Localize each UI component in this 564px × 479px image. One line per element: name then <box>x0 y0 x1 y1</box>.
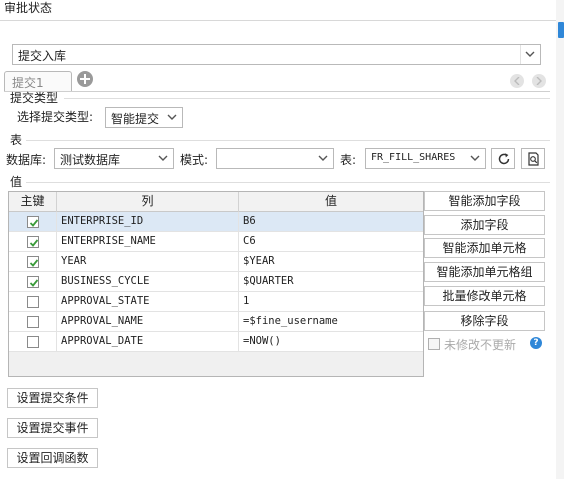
column-name-cell[interactable]: ENTERPRISE_ID <box>57 212 239 232</box>
column-name-cell[interactable]: APPROVAL_STATE <box>57 292 239 312</box>
preview-icon <box>528 152 539 166</box>
chevron-down-icon <box>167 114 177 120</box>
primary-key-checkbox[interactable] <box>27 216 39 228</box>
primary-key-checkbox[interactable] <box>27 276 39 288</box>
table-row[interactable]: BUSINESS_CYCLE $QUARTER <box>9 272 423 292</box>
database-value: 测试数据库 <box>60 153 121 167</box>
primary-key-checkbox[interactable] <box>27 236 39 248</box>
tab-next-icon[interactable] <box>532 74 546 88</box>
key-cell <box>9 312 57 332</box>
table-header: 主键 列 值 <box>9 192 423 212</box>
key-cell <box>9 252 57 272</box>
remove-field-button[interactable]: 移除字段 <box>424 311 545 331</box>
set-callback-button[interactable]: 设置回调函数 <box>7 448 98 468</box>
section-divider <box>64 98 550 99</box>
database-label: 数据库: <box>6 153 47 167</box>
set-submit-event-button[interactable]: 设置提交事件 <box>7 418 98 438</box>
window-title: 审批状态 <box>4 1 53 15</box>
batch-modify-cell-button[interactable]: 批量修改单元格 <box>424 286 545 306</box>
header-primary-key[interactable]: 主键 <box>9 192 57 212</box>
chevron-down-icon <box>525 51 535 57</box>
primary-key-checkbox[interactable] <box>27 256 39 268</box>
key-cell <box>9 232 57 252</box>
smart-add-field-button[interactable]: 智能添加字段 <box>424 191 545 211</box>
chevron-down-icon <box>470 155 480 161</box>
primary-key-checkbox[interactable] <box>27 316 39 328</box>
preview-button[interactable] <box>521 148 545 169</box>
smart-add-cell-button[interactable]: 智能添加单元格 <box>424 238 545 258</box>
primary-key-checkbox[interactable] <box>27 336 39 348</box>
submit-type-value: 智能提交 <box>111 112 160 126</box>
value-cell[interactable]: C6 <box>239 232 423 252</box>
column-name-cell[interactable]: BUSINESS_CYCLE <box>57 272 239 292</box>
column-name-cell[interactable]: YEAR <box>57 252 239 272</box>
smart-add-cell-group-button[interactable]: 智能添加单元格组 <box>424 262 545 282</box>
check-icon <box>29 219 39 227</box>
table-row[interactable]: APPROVAL_STATE 1 <box>9 292 423 312</box>
column-name-cell[interactable]: ENTERPRISE_NAME <box>57 232 239 252</box>
table-value: FR_FILL_SHARES <box>371 152 456 163</box>
add-field-button[interactable]: 添加字段 <box>424 215 545 235</box>
key-cell <box>9 332 57 352</box>
value-section-label: 值 <box>10 175 23 189</box>
submit-type-label: 选择提交类型: <box>17 110 94 124</box>
scrollbar-thumb[interactable] <box>558 22 564 38</box>
table-label: 表: <box>340 153 357 167</box>
no-update-unmodified-label: 未修改不更新 <box>444 338 517 352</box>
tab-divider <box>4 91 550 92</box>
submit-type-select[interactable]: 智能提交 <box>105 107 183 128</box>
database-select[interactable]: 测试数据库 <box>54 148 174 169</box>
value-cell[interactable]: B6 <box>239 212 423 232</box>
check-icon <box>29 239 39 247</box>
help-icon[interactable]: ? <box>530 337 542 349</box>
submit-mode-value: 提交入库 <box>18 49 67 63</box>
key-cell <box>9 292 57 312</box>
no-update-unmodified-checkbox[interactable] <box>428 338 440 350</box>
value-cell[interactable]: $YEAR <box>239 252 423 272</box>
section-divider <box>26 140 550 141</box>
chevron-down-icon <box>318 155 328 161</box>
key-cell <box>9 272 57 292</box>
schema-select[interactable] <box>216 148 334 169</box>
check-icon <box>29 279 39 287</box>
tab-prev-icon[interactable] <box>510 74 524 88</box>
value-cell[interactable]: $QUARTER <box>239 272 423 292</box>
table-row[interactable]: ENTERPRISE_NAME C6 <box>9 232 423 252</box>
column-name-cell[interactable]: APPROVAL_DATE <box>57 332 239 352</box>
title-divider <box>0 20 556 21</box>
table-row[interactable]: YEAR $YEAR <box>9 252 423 272</box>
table-row[interactable]: APPROVAL_NAME =$fine_username <box>9 312 423 332</box>
header-value[interactable]: 值 <box>239 192 423 212</box>
value-cell[interactable]: =NOW() <box>239 332 423 352</box>
key-cell <box>9 212 57 232</box>
schema-label: 模式: <box>180 153 209 167</box>
value-table: 主键 列 值 ENTERPRISE_ID B6 ENTERPRISE_NAME … <box>8 191 424 377</box>
table-section-label: 表 <box>10 133 23 147</box>
submit-type-section-label: 提交类型 <box>10 91 59 105</box>
column-name-cell[interactable]: APPROVAL_NAME <box>57 312 239 332</box>
value-cell[interactable]: =$fine_username <box>239 312 423 332</box>
header-column[interactable]: 列 <box>57 192 239 212</box>
chevron-down-icon <box>158 155 168 161</box>
submit-mode-select[interactable]: 提交入库 <box>12 44 541 65</box>
refresh-button[interactable] <box>491 148 515 169</box>
table-row[interactable]: APPROVAL_DATE =NOW() <box>9 332 423 352</box>
primary-key-checkbox[interactable] <box>27 296 39 308</box>
set-submit-condition-button[interactable]: 设置提交条件 <box>7 388 98 408</box>
vertical-scrollbar[interactable] <box>556 0 564 479</box>
add-tab-icon[interactable] <box>77 71 93 87</box>
table-select[interactable]: FR_FILL_SHARES <box>365 148 486 169</box>
value-cell[interactable]: 1 <box>239 292 423 312</box>
tab-submit-1[interactable]: 提交1 <box>4 71 72 91</box>
check-icon <box>29 259 39 267</box>
table-row[interactable]: ENTERPRISE_ID B6 <box>9 212 423 232</box>
section-divider <box>26 182 550 183</box>
refresh-icon <box>498 153 510 165</box>
